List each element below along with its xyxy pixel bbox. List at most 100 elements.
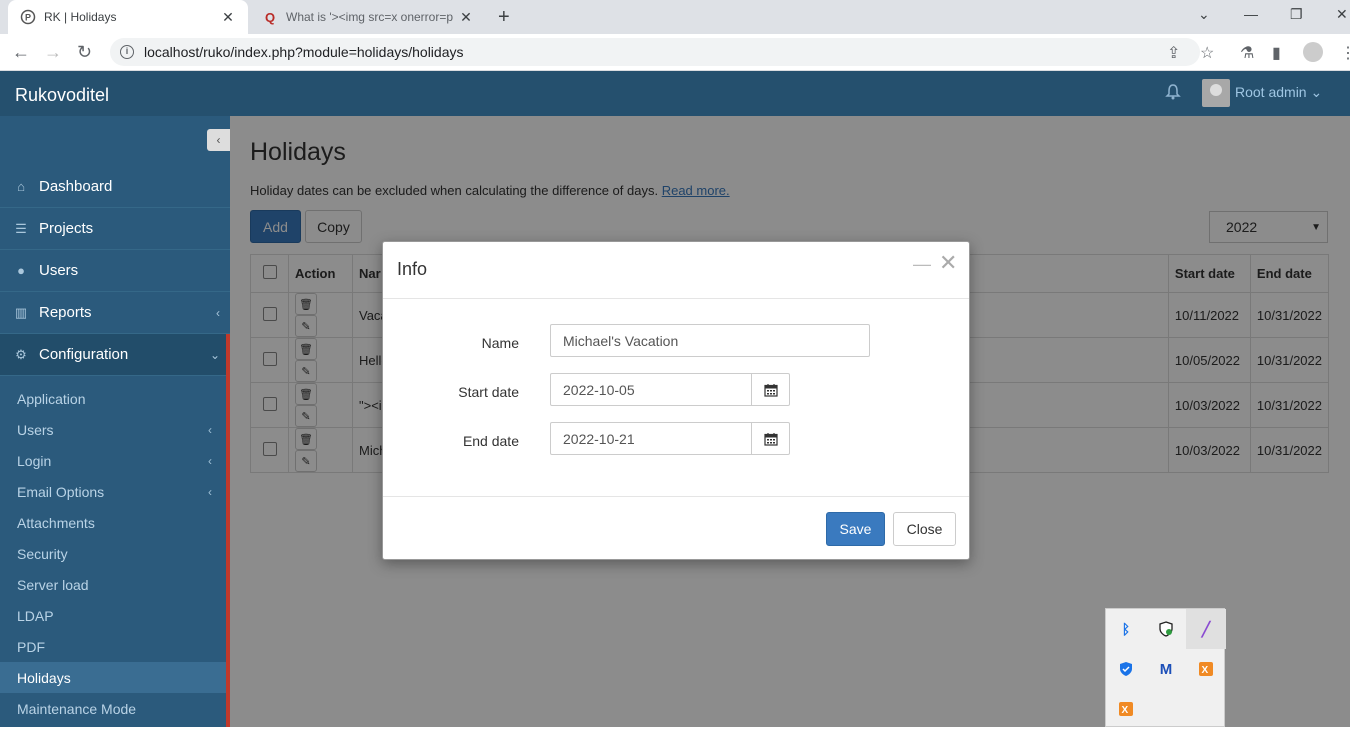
sidebar-subitem-users[interactable]: Users ‹ [0,414,226,445]
bell-icon[interactable] [1164,83,1182,106]
security-shield-icon[interactable] [1146,609,1186,649]
start-date-field[interactable]: 2022-10-05 [550,373,752,406]
brand-logo[interactable]: Rukovoditel [15,85,109,106]
sidebar-item-reports[interactable]: ▥ Reports ‹ [0,292,230,334]
list-icon: ☰ [15,220,27,236]
forward-icon[interactable]: → [44,42,62,63]
url-field[interactable]: i localhost/ruko/index.php?module=holida… [110,38,1200,66]
profile-icon[interactable] [1303,42,1323,62]
minimize-icon[interactable]: — [1244,6,1258,22]
sidebar-subitem-maintenance-mode[interactable]: Maintenance Mode [0,693,226,724]
sidebar-subitem-label: Maintenance Mode [17,700,137,717]
back-icon[interactable]: ← [12,42,30,63]
system-tray-flyout: ᛒ ╱ M X X [1105,608,1226,729]
sidebar-item-users[interactable]: ● Users [0,250,230,292]
chevron-left-icon: ‹ [208,453,212,468]
sidebar-subitem-label: Holidays [17,669,71,686]
app-header: Rukovoditel Root admin ⌄ [0,71,1350,116]
sidebar-subitem-email-options[interactable]: Email Options ‹ [0,476,226,507]
modal-title: Info [397,259,428,279]
xampp-icon[interactable]: X [1186,649,1226,689]
browser-tab-inactive[interactable]: Q What is '><img src=x onerror=p ✕ [250,0,486,34]
svg-text:X: X [1122,705,1129,716]
sidebar-toggle-button[interactable]: ‹ [207,129,230,151]
sidebar-subitem-label: Security [17,545,68,562]
bookmark-star-icon[interactable]: ☆ [1200,43,1214,63]
modal-header: Info — ✕ [383,242,969,299]
sidebar-subitem-security[interactable]: Security [0,538,226,569]
sidebar-subitem-label: LDAP [17,607,54,624]
sidebar-subitem-label: Login [17,452,52,469]
close-icon[interactable]: ✕ [939,250,957,276]
sidebar-item-dashboard[interactable]: ⌂ Dashboard [0,166,230,208]
browser-tab-bar: P RK | Holidays ✕ Q What is '><img src=x… [0,0,1350,34]
sidebar-subitem-label: PDF [17,638,45,655]
new-tab-icon[interactable]: + [498,6,510,29]
extension-flask-icon[interactable]: ⚗ [1240,43,1254,63]
end-date-calendar-button[interactable] [751,422,790,455]
url-text: localhost/ruko/index.php?module=holidays… [144,44,464,60]
tab-search-icon[interactable]: ⌄ [1198,6,1210,23]
user-icon: ● [17,263,25,278]
sidebar-item-label: Users [39,262,79,279]
chevron-left-icon: ‹ [208,484,212,499]
sidebar-item-label: Projects [39,220,94,237]
sidebar-subitem-label: Server load [17,576,89,593]
end-date-field[interactable]: 2022-10-21 [550,422,752,455]
sidebar-item-label: Configuration [39,346,129,363]
home-icon: ⌂ [17,179,25,194]
name-field[interactable]: Michael's Vacation [550,324,870,357]
tab-title: What is '><img src=x onerror=p [286,10,454,24]
info-modal: Info — ✕ Name Michael's Vacation Start d… [382,241,970,560]
bluetooth-icon[interactable]: ᛒ [1106,609,1146,649]
browser-tab-active[interactable]: P RK | Holidays ✕ [8,0,248,34]
side-panel-icon[interactable]: ▮ [1272,43,1281,63]
name-value: Michael's Vacation [563,332,679,349]
sidebar-subitem-login[interactable]: Login ‹ [0,445,226,476]
end-date-value: 2022-10-21 [563,430,635,447]
calendar-icon [763,383,778,397]
restore-icon[interactable]: ❐ [1290,6,1303,23]
menu-icon[interactable]: ⋮ [1340,43,1350,63]
start-date-value: 2022-10-05 [563,381,635,398]
sidebar-subitem-label: Application [17,390,86,407]
chevron-left-icon: ‹ [216,305,220,320]
sidebar-subitem-application[interactable]: Application [0,383,226,414]
sidebar-subitem-label: Attachments [17,514,95,531]
sidebar-subitem-pdf[interactable]: PDF [0,631,226,662]
start-date-label: Start date [458,384,519,400]
modal-footer-divider [383,496,969,497]
save-button[interactable]: Save [826,512,885,546]
chevron-left-icon: ‹ [216,133,221,147]
site-info-icon[interactable]: i [120,45,134,59]
sidebar-item-label: Reports [39,304,92,321]
tab-close-icon[interactable]: ✕ [458,9,474,26]
gear-icon: ⚙ [15,346,27,362]
pen-icon[interactable]: ╱ [1186,609,1226,649]
sidebar-item-label: Dashboard [39,178,113,195]
share-icon[interactable]: ⇪ [1167,43,1180,63]
xampp-icon[interactable]: X [1106,689,1146,729]
minimize-icon[interactable]: — [913,254,931,275]
sidebar-item-configuration[interactable]: ⚙ Configuration ⌄ [0,334,230,376]
sidebar-subitem-server-load[interactable]: Server load [0,569,226,600]
tab-title: RK | Holidays [44,10,117,24]
defender-shield-icon[interactable] [1106,649,1146,689]
sidebar-subitem-label: Email Options [17,483,105,500]
sidebar-subitem-attachments[interactable]: Attachments [0,507,226,538]
window-close-icon[interactable]: ✕ [1336,6,1348,23]
sidebar-subitem-ldap[interactable]: LDAP [0,600,226,631]
user-menu[interactable]: Root admin ⌄ [1235,84,1322,101]
svg-text:X: X [1202,665,1209,676]
avatar[interactable] [1202,79,1230,107]
malwarebytes-icon[interactable]: M [1146,649,1186,689]
rk-icon: P [20,9,36,25]
close-button[interactable]: Close [893,512,956,546]
start-date-calendar-button[interactable] [751,373,790,406]
chevron-left-icon: ‹ [208,422,212,437]
tab-close-icon[interactable]: ✕ [220,9,236,26]
calendar-icon [763,432,778,446]
sidebar-subitem-holidays[interactable]: Holidays [0,662,226,693]
sidebar-item-projects[interactable]: ☰ Projects [0,208,230,250]
reload-icon[interactable]: ↻ [77,42,92,63]
